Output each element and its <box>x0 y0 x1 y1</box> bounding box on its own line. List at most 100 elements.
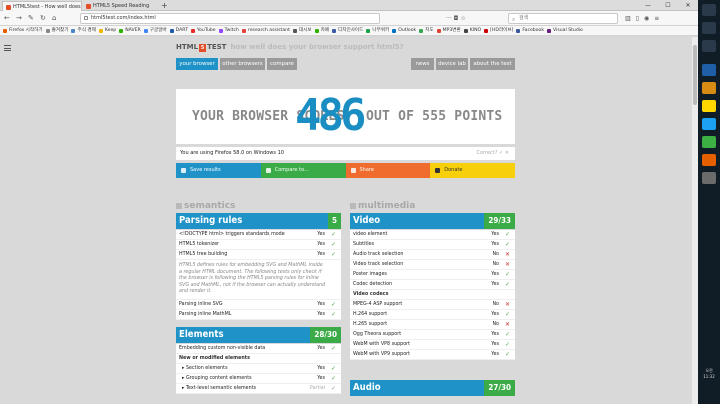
nav-news[interactable]: news <box>411 58 434 70</box>
test-row[interactable]: Video track selection No ✕ <box>350 260 515 270</box>
back-icon[interactable]: ← <box>4 13 10 24</box>
bookmark-favicon-icon <box>190 29 195 33</box>
subcategory-header[interactable]: New or modified elements <box>176 354 341 364</box>
bookmark-item[interactable]: research assistant <box>241 26 290 35</box>
close-window-icon[interactable]: ✕ <box>678 0 698 11</box>
address-bar[interactable]: html5test.com/index.html <box>80 13 380 24</box>
bookmark-item[interactable]: DART <box>169 26 188 35</box>
tab-html5test[interactable]: HTML5test - How well does✕ <box>2 1 82 11</box>
home-icon[interactable]: ⌂ <box>52 13 56 24</box>
search-input[interactable]: ⌕ 검색 <box>508 13 618 24</box>
bookmark-item[interactable]: 디지인사이드 <box>332 26 363 35</box>
app-icon[interactable] <box>702 172 716 184</box>
task-view-icon[interactable] <box>702 40 716 52</box>
save-results-button[interactable]: Save results <box>176 163 261 178</box>
new-tab-button[interactable]: + <box>161 1 168 11</box>
compare-button[interactable]: Compare to... <box>260 163 346 178</box>
nav-other-browsers[interactable]: other browsers <box>220 58 265 70</box>
pocket-icon[interactable]: ◘ <box>454 15 459 22</box>
site-logo[interactable]: HTML 5 TEST how well does your browser supp… <box>176 43 404 52</box>
nav-your-browser[interactable]: your browser <box>176 58 218 70</box>
bookmark-item[interactable]: 대시보 <box>292 26 312 35</box>
tools-icon[interactable]: ✎ <box>28 13 34 24</box>
library-icon[interactable]: ▥ <box>625 15 636 22</box>
test-row[interactable]: Poster images Yes ✓ <box>350 270 515 280</box>
bookmark-item[interactable]: 카페 <box>314 26 329 35</box>
test-row[interactable]: <!DOCTYPE html> triggers standards mode Y… <box>176 230 341 240</box>
test-row[interactable]: ▸ Grouping content elements Yes ✓ <box>176 374 341 384</box>
twitter-icon[interactable] <box>702 118 716 130</box>
category-parsing-rules[interactable]: Parsing rules 5 <box>176 213 341 229</box>
bookmark-favicon-icon <box>98 29 103 33</box>
test-label: WebM with VP8 support <box>353 342 410 347</box>
category-video[interactable]: Video 29/33 <box>350 213 515 229</box>
hamburger-menu-icon[interactable] <box>4 45 11 53</box>
edge-icon[interactable] <box>702 64 716 76</box>
test-row[interactable]: Subtitles Yes ✓ <box>350 240 515 250</box>
bookmark-item[interactable]: 구글알바 <box>143 26 167 35</box>
test-row[interactable]: Embedding custom non-visible data Yes ✓ <box>176 344 341 354</box>
nav-device-lab[interactable]: device lab <box>436 58 468 70</box>
share-button[interactable]: Share <box>345 163 431 178</box>
category-title: Parsing rules <box>179 215 243 226</box>
bookmark-item[interactable]: MP3변환 <box>436 26 461 35</box>
test-row[interactable]: Codec detection Yes ✓ <box>350 280 515 290</box>
test-row[interactable]: H.264 support Yes ✓ <box>350 310 515 320</box>
bookmark-item[interactable]: YouTube <box>190 26 216 35</box>
close-icon[interactable]: ✕ <box>505 150 509 156</box>
forward-icon[interactable]: → <box>16 13 22 24</box>
semantics-icon <box>176 202 182 209</box>
test-row[interactable]: WebM with VP8 support Yes ✓ <box>350 340 515 350</box>
bookmark-item[interactable]: 나무위키 <box>366 26 389 35</box>
test-row[interactable]: Parsing inline SVG Yes ✓ <box>176 300 341 310</box>
bookmark-star-icon[interactable]: ☆ <box>460 15 465 22</box>
kakaotalk-icon[interactable] <box>702 100 716 112</box>
extension-icon[interactable]: ◉ <box>644 15 654 22</box>
explorer-icon[interactable] <box>702 82 716 94</box>
test-row[interactable]: ▸ Section elements Yes ✓ <box>176 364 341 374</box>
sidebar-icon[interactable]: ▯ <box>636 15 644 22</box>
bookmark-item[interactable]: 즐겨찾기 <box>45 26 68 35</box>
bookmark-item[interactable]: 주식 경제 <box>71 26 96 35</box>
minimize-icon[interactable]: — <box>638 0 658 11</box>
category-audio[interactable]: Audio 27/30 <box>350 380 515 396</box>
test-row[interactable]: video element Yes ✓ <box>350 230 515 240</box>
test-row[interactable]: H.265 support No ✕ <box>350 320 515 330</box>
search-icon[interactable] <box>702 22 716 34</box>
test-row[interactable]: HTML5 tree building Yes ✓ <box>176 250 341 260</box>
chrome-icon[interactable] <box>702 136 716 148</box>
subcategory-header[interactable]: Video codecs <box>350 290 515 300</box>
firefox-icon[interactable] <box>702 154 716 166</box>
bookmark-item[interactable]: NAVER <box>119 26 141 35</box>
donate-button[interactable]: Donate <box>430 163 515 178</box>
menu-icon[interactable]: ≡ <box>654 15 664 22</box>
bookmark-item[interactable]: 지도 <box>419 26 434 35</box>
check-icon[interactable]: ✓ <box>499 150 503 156</box>
test-row[interactable]: Audio track selection No ✕ <box>350 250 515 260</box>
bookmark-item[interactable]: KINO <box>463 26 481 35</box>
category-elements[interactable]: Elements 28/30 <box>176 327 341 343</box>
test-row[interactable]: WebM with VP9 support Yes ✓ <box>350 350 515 360</box>
maximize-icon[interactable]: ☐ <box>658 0 678 11</box>
bookmark-item[interactable]: Facebook <box>516 26 544 35</box>
test-result: No <box>492 322 499 327</box>
bookmark-item[interactable]: Firefox 시작하기 <box>3 26 43 35</box>
test-row[interactable]: MPEG-4 ASP support No ✕ <box>350 300 515 310</box>
test-row[interactable]: Parsing inline MathML Yes ✓ <box>176 310 341 320</box>
bookmark-item[interactable]: Visual Studio <box>547 26 583 35</box>
test-row[interactable]: Ogg Theora support Yes ✓ <box>350 330 515 340</box>
section-label: multimedia <box>358 201 416 211</box>
start-icon[interactable] <box>702 4 716 16</box>
scrollbar-thumb[interactable] <box>693 45 697 105</box>
reload-icon[interactable]: ↻ <box>40 13 46 24</box>
bookmark-item[interactable]: Twitch <box>218 26 239 35</box>
test-row[interactable]: HTML5 tokenizer Yes ✓ <box>176 240 341 250</box>
bookmark-item[interactable]: Keep <box>98 26 116 35</box>
nav-compare[interactable]: compare <box>267 58 297 70</box>
nav-about-the-test[interactable]: about the test <box>470 58 515 70</box>
more-actions-icon[interactable]: ··· <box>446 15 452 22</box>
bookmark-item[interactable]: Outlook <box>392 26 416 35</box>
bookmark-item[interactable]: [HD라이브] <box>484 26 513 35</box>
test-row[interactable]: ▸ Text-level semantic elements Partial ✓ <box>176 384 341 394</box>
tab-speed-reading[interactable]: HTML5 Speed Reading <box>83 1 159 11</box>
